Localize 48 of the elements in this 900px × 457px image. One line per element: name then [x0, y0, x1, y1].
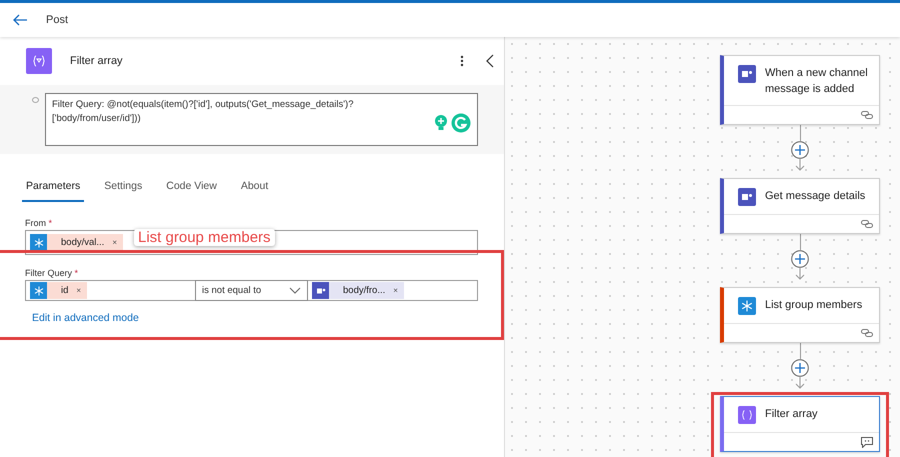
right-value-field[interactable]: body/fro... ×	[308, 280, 478, 301]
tooltip: List group members	[134, 229, 275, 246]
add-step-icon[interactable]	[791, 250, 809, 268]
flow-step-card[interactable]: Get message details	[720, 178, 880, 234]
field-label: From *	[25, 218, 54, 228]
tab[interactable]: Settings	[100, 176, 146, 202]
link-icon[interactable]	[861, 111, 873, 119]
tab[interactable]: Code View	[162, 176, 221, 202]
flow-step-card[interactable]: When a new channel message is added	[720, 55, 880, 125]
back-arrow-icon[interactable]	[12, 14, 28, 26]
more-options-icon[interactable]	[460, 55, 464, 67]
snowflake-icon	[738, 297, 756, 315]
link-icon[interactable]	[861, 329, 873, 337]
page-title: Post	[46, 14, 68, 26]
filter-icon	[26, 48, 52, 74]
arrow-icon	[795, 268, 805, 280]
step-title: Filter array	[765, 407, 818, 422]
teams-icon	[312, 282, 329, 299]
advanced-mode-link[interactable]: Edit in advanced mode	[32, 312, 478, 324]
step-title: When a new channel message is added	[765, 66, 869, 97]
comment-icon[interactable]	[861, 436, 873, 448]
from-field[interactable]: body/val... × List group members	[25, 230, 478, 255]
teams-icon	[738, 65, 756, 83]
filter-icon	[738, 406, 756, 424]
arrow-icon	[795, 377, 805, 389]
step-title: Get message details	[765, 189, 866, 204]
operator-dropdown[interactable]: is not equal to	[195, 280, 308, 301]
tab[interactable]: About	[236, 176, 272, 202]
tab[interactable]: Parameters	[22, 176, 84, 202]
add-step-icon[interactable]	[791, 141, 809, 159]
comment-dot-icon	[32, 97, 39, 103]
add-step-icon[interactable]	[791, 359, 809, 377]
token-chip[interactable]: id ×	[30, 282, 88, 299]
snowflake-icon	[30, 282, 47, 299]
link-icon[interactable]	[861, 220, 873, 228]
left-value-field[interactable]: id ×	[25, 280, 195, 301]
collapse-icon[interactable]	[486, 54, 494, 68]
arrow-icon	[795, 159, 805, 171]
field-label: Filter Query *	[25, 268, 80, 278]
step-title: List group members	[765, 298, 862, 313]
panel-title: Filter array	[70, 55, 124, 67]
token-chip[interactable]: body/val... ×	[30, 234, 123, 251]
token-chip[interactable]: body/fro... ×	[312, 282, 404, 299]
snowflake-icon	[30, 234, 47, 251]
chevron-down-icon	[289, 287, 301, 294]
teams-icon	[738, 188, 756, 206]
flow-step-card[interactable]: List group members	[720, 287, 880, 343]
flow-step-card[interactable]: Filter array	[720, 396, 880, 452]
